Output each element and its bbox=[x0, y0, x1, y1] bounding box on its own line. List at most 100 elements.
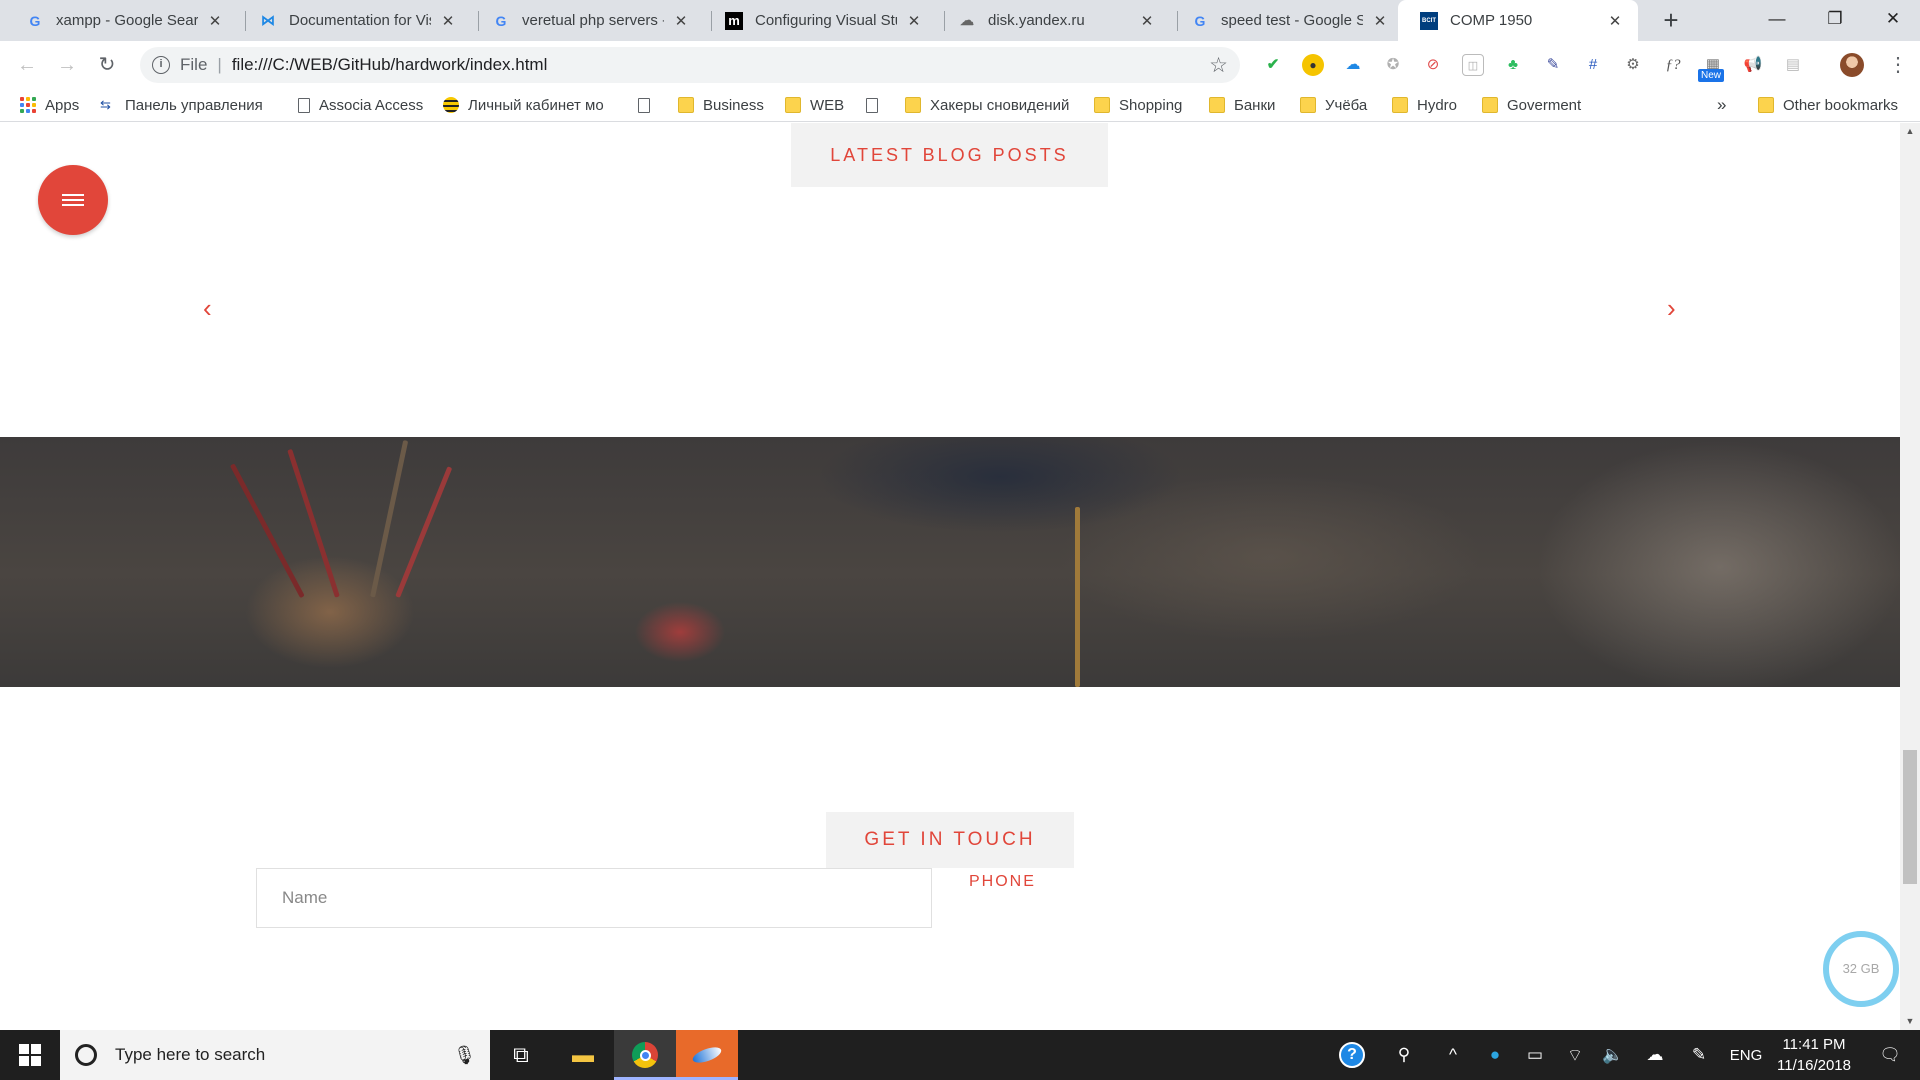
tab-yandex-disk[interactable]: ☁ disk.yandex.ru ✕ bbox=[932, 0, 1170, 41]
tab-xampp[interactable]: G xampp - Google Search ✕ bbox=[0, 0, 238, 41]
vscode-icon: ⋈ bbox=[261, 12, 275, 28]
close-tab-icon[interactable]: ✕ bbox=[905, 12, 923, 30]
onedrive-tray-icon[interactable]: ☁ bbox=[1638, 1030, 1672, 1080]
url-text[interactable]: file:///C:/WEB/GitHub/hardwork/index.htm… bbox=[232, 55, 548, 75]
folder-icon bbox=[905, 97, 921, 113]
close-tab-icon[interactable]: ✕ bbox=[206, 12, 224, 30]
tab-comp-1950[interactable]: BCIT COMP 1950 ✕ bbox=[1398, 0, 1638, 41]
show-hidden-icons-chevron-icon[interactable]: ^ bbox=[1438, 1030, 1468, 1080]
sync-extension-icon[interactable]: ✪ bbox=[1382, 54, 1404, 76]
back-button[interactable]: ← bbox=[12, 50, 42, 80]
chrome-taskbar-icon[interactable] bbox=[614, 1030, 676, 1080]
settings-gear-icon[interactable]: ⚙ bbox=[1622, 54, 1644, 76]
clock-time: 11:41 PM bbox=[1782, 1036, 1846, 1053]
chrome-menu-icon[interactable]: ⋮ bbox=[1888, 52, 1908, 77]
bookmark-other-bookmarks[interactable]: Other bookmarks bbox=[1758, 88, 1898, 122]
close-tab-icon[interactable]: ✕ bbox=[1606, 12, 1624, 30]
bookmark-apps[interactable]: Apps bbox=[20, 88, 79, 122]
hamburger-menu-button[interactable] bbox=[38, 165, 108, 235]
workspace-photo-band bbox=[0, 437, 1900, 687]
medium-icon: m bbox=[725, 11, 743, 30]
close-tab-icon[interactable]: ✕ bbox=[1138, 12, 1156, 30]
bookmark-folder-business[interactable]: Business bbox=[678, 88, 764, 122]
carousel-prev-arrow-icon[interactable]: ‹ bbox=[203, 293, 212, 324]
blocker-extension-icon[interactable]: ⊘ bbox=[1422, 54, 1444, 76]
telegram-icon[interactable]: ● bbox=[1480, 1030, 1510, 1080]
chrome-icon bbox=[632, 1042, 658, 1068]
grammarly-check-icon[interactable]: ✔ bbox=[1262, 54, 1284, 76]
app-taskbar-icon[interactable] bbox=[676, 1030, 738, 1080]
formula-icon[interactable]: ƒ? bbox=[1662, 54, 1684, 76]
address-bar[interactable]: i File | file:///C:/WEB/GitHub/hardwork/… bbox=[140, 47, 1240, 83]
bookmark-folder-shopping[interactable]: Shopping bbox=[1094, 88, 1182, 122]
forward-button[interactable]: → bbox=[52, 50, 82, 80]
bookmark-folder-web[interactable]: WEB bbox=[785, 88, 844, 122]
bookmark-associa-access[interactable]: Associa Access bbox=[298, 88, 423, 122]
page-scrollbar[interactable]: ▲ ▼ bbox=[1900, 123, 1920, 1030]
taskbar-clock[interactable]: 11:41 PM 11/16/2018 bbox=[1764, 1034, 1864, 1076]
control-panel-icon: ⇆ bbox=[100, 97, 111, 112]
page-icon bbox=[866, 97, 878, 113]
people-icon[interactable]: ⚲ bbox=[1388, 1030, 1420, 1080]
input-language[interactable]: ENG bbox=[1724, 1030, 1768, 1080]
scroll-down-arrow-icon[interactable]: ▼ bbox=[1900, 1013, 1920, 1030]
bookmark-page[interactable] bbox=[638, 88, 659, 122]
tab-vscode-docs[interactable]: ⋈ Documentation for Visual Studio Code ✕ bbox=[233, 0, 471, 41]
eyedropper-icon[interactable]: ✎ bbox=[1542, 54, 1564, 76]
close-tab-icon[interactable]: ✕ bbox=[672, 12, 690, 30]
windows-taskbar: Type here to search 🎙 ⧉ ▬ ? ⚲ ^ ● ▭ ⌔ 🔈 … bbox=[0, 1030, 1920, 1080]
browser-toolbar: ← → ↻ i File | file:///C:/WEB/GitHub/har… bbox=[0, 41, 1920, 88]
scroll-up-arrow-icon[interactable]: ▲ bbox=[1900, 123, 1920, 140]
onedrive-cloud-icon[interactable]: ☁ bbox=[1342, 54, 1364, 76]
folder-icon bbox=[678, 97, 694, 113]
close-tab-icon[interactable]: ✕ bbox=[1371, 12, 1389, 30]
menu-line bbox=[62, 204, 84, 206]
tab-speed-test[interactable]: G speed test - Google Search ✕ bbox=[1165, 0, 1403, 41]
page-extension-icon[interactable]: ◫ bbox=[1462, 54, 1484, 76]
info-icon[interactable]: i bbox=[152, 56, 170, 74]
carousel-next-arrow-icon[interactable]: › bbox=[1667, 293, 1676, 324]
restore-button[interactable]: ❐ bbox=[1806, 0, 1864, 41]
pen-workspace-icon[interactable]: ✎ bbox=[1684, 1030, 1714, 1080]
shield-extension-icon[interactable]: ● bbox=[1302, 54, 1324, 76]
bookmark-folder-study[interactable]: Учёба bbox=[1300, 88, 1367, 122]
bookmark-control-panel[interactable]: ⇆ Панель управления bbox=[100, 88, 263, 122]
close-tab-icon[interactable]: ✕ bbox=[439, 12, 457, 30]
task-view-icon[interactable]: ⧉ bbox=[490, 1030, 552, 1080]
crop-grid-icon[interactable]: # bbox=[1582, 54, 1604, 76]
bookmark-page[interactable] bbox=[866, 88, 887, 122]
tab-configuring-vscode[interactable]: m Configuring Visual Studio Code ✕ bbox=[699, 0, 937, 41]
windows-start-button[interactable] bbox=[0, 1030, 60, 1080]
profile-avatar[interactable] bbox=[1840, 53, 1864, 77]
volume-icon[interactable]: 🔈 bbox=[1598, 1030, 1628, 1080]
storage-usage-badge[interactable]: 32 GB bbox=[1823, 931, 1899, 1007]
pdf-extension-icon[interactable]: ▤ bbox=[1782, 54, 1804, 76]
close-window-button[interactable]: ✕ bbox=[1864, 0, 1920, 41]
reload-button[interactable]: ↻ bbox=[92, 50, 122, 80]
minimize-button[interactable]: — bbox=[1748, 0, 1806, 41]
bookmark-folder-banks[interactable]: Банки bbox=[1209, 88, 1275, 122]
name-input[interactable] bbox=[256, 868, 932, 928]
action-center-icon[interactable]: 🗨 bbox=[1870, 1030, 1910, 1080]
scrollbar-thumb[interactable] bbox=[1903, 750, 1917, 884]
taskbar-search-box[interactable]: Type here to search 🎙 bbox=[60, 1030, 490, 1080]
evernote-icon[interactable]: ♣ bbox=[1502, 54, 1524, 76]
tab-title: COMP 1950 bbox=[1450, 12, 1533, 29]
new-tab-button[interactable]: + bbox=[1656, 5, 1686, 35]
megaphone-icon[interactable]: 📢 bbox=[1742, 54, 1764, 76]
bookmark-star-icon[interactable]: ☆ bbox=[1209, 53, 1228, 78]
bookmark-personal-cabinet[interactable]: Личный кабинет мо bbox=[443, 88, 604, 122]
bookmark-folder-goverment[interactable]: Goverment bbox=[1482, 88, 1581, 122]
bookmark-folder-dream-hackers[interactable]: Хакеры сновидений bbox=[905, 88, 1069, 122]
microphone-icon[interactable]: 🎙 bbox=[453, 1045, 476, 1066]
battery-icon[interactable]: ▭ bbox=[1520, 1030, 1550, 1080]
help-icon[interactable]: ? bbox=[1334, 1030, 1370, 1080]
page-viewport: LATEST BLOG POSTS ‹ › GET IN TOUCH PHONE… bbox=[0, 123, 1900, 1030]
wifi-icon[interactable]: ⌔ bbox=[1560, 1030, 1590, 1080]
file-explorer-icon[interactable]: ▬ bbox=[552, 1030, 614, 1080]
bookmarks-overflow-button[interactable]: » bbox=[1717, 95, 1726, 115]
yandex-disk-icon: ☁ bbox=[960, 12, 974, 28]
tab-php-servers[interactable]: G veretual php servers - Google Search ✕ bbox=[466, 0, 704, 41]
bookmark-folder-hydro[interactable]: Hydro bbox=[1392, 88, 1457, 122]
bookmarks-bar: Apps ⇆ Панель управления Associa Access … bbox=[0, 88, 1920, 122]
